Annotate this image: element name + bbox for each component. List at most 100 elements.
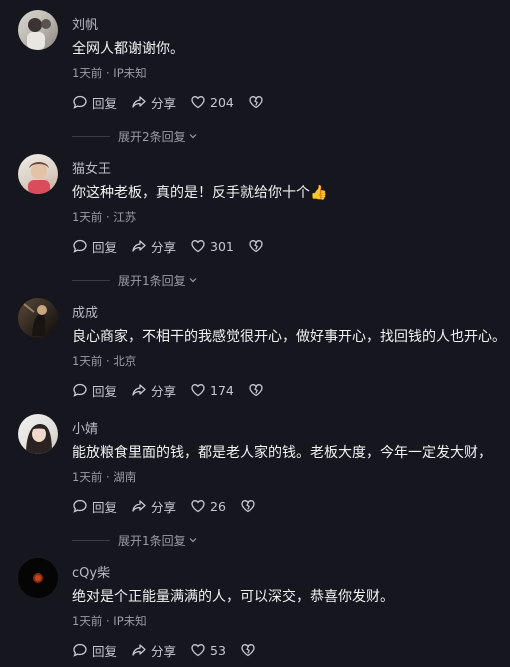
share-button[interactable]: 分享 <box>131 641 176 660</box>
dislike-button[interactable] <box>248 382 264 398</box>
heart-icon <box>191 240 205 253</box>
comment-actions: 回复 分享 174 <box>72 381 278 399</box>
reply-label: 回复 <box>92 643 118 659</box>
divider <box>72 539 110 541</box>
share-icon <box>132 384 146 396</box>
share-label: 分享 <box>151 95 177 111</box>
avatar[interactable] <box>18 558 58 598</box>
comment-meta: 1天前 · 北京 <box>72 353 136 369</box>
dislike-button[interactable] <box>248 238 264 254</box>
share-label: 分享 <box>151 383 177 399</box>
chevron-down-icon <box>189 134 197 139</box>
share-icon <box>132 96 146 108</box>
chevron-down-icon <box>189 278 197 283</box>
reply-icon <box>73 239 87 253</box>
comment-location: 北京 <box>113 354 137 368</box>
comment-time: 1天前 <box>72 210 103 224</box>
broken-heart-icon <box>249 96 263 109</box>
avatar[interactable] <box>18 10 58 50</box>
like-count: 53 <box>210 642 226 658</box>
comment-location: IP未知 <box>113 614 147 628</box>
divider <box>72 279 110 281</box>
comment-text: 良心商家，不相干的我感觉很开心，做好事开心，找回钱的人也开心。 <box>72 329 506 345</box>
expand-replies-button[interactable]: 展开1条回复 <box>72 532 198 548</box>
comment-meta: 1天前 · IP未知 <box>72 613 147 629</box>
comment-author[interactable]: cQy柴 <box>72 562 110 581</box>
like-button[interactable]: 53 <box>190 642 226 658</box>
comment-meta: 1天前 · IP未知 <box>72 65 147 81</box>
share-icon <box>132 644 146 656</box>
comment-actions: 回复 分享 301 <box>72 237 278 255</box>
broken-heart-icon <box>241 500 255 513</box>
comment-text: 你这种老板，真的是！反手就给你十个👍 <box>72 185 328 201</box>
reply-button[interactable]: 回复 <box>72 237 117 256</box>
comment-author[interactable]: 成成 <box>72 302 98 321</box>
comment-meta: 1天前 · 江苏 <box>72 209 136 225</box>
dislike-button[interactable] <box>240 498 256 514</box>
like-button[interactable]: 174 <box>190 382 234 398</box>
reply-label: 回复 <box>92 95 118 111</box>
comment-actions: 回复 分享 204 <box>72 93 278 111</box>
share-button[interactable]: 分享 <box>131 93 176 112</box>
heart-icon <box>191 644 205 657</box>
expand-replies-button[interactable]: 展开2条回复 <box>72 128 198 144</box>
dislike-button[interactable] <box>240 642 256 658</box>
heart-icon <box>191 384 205 397</box>
avatar[interactable] <box>18 414 58 454</box>
share-label: 分享 <box>151 643 177 659</box>
broken-heart-icon <box>249 384 263 397</box>
share-icon <box>132 240 146 252</box>
comment-text: 全网人都谢谢你。 <box>72 41 184 57</box>
comment-location: 湖南 <box>113 470 137 484</box>
comment-time: 1天前 <box>72 66 103 80</box>
like-button[interactable]: 204 <box>190 94 234 110</box>
reply-icon <box>73 95 87 109</box>
comment-actions: 回复 分享 53 <box>72 641 270 659</box>
like-count: 301 <box>210 238 234 254</box>
comment-author[interactable]: 猫女王 <box>72 158 111 177</box>
reply-label: 回复 <box>92 383 118 399</box>
heart-icon <box>191 96 205 109</box>
comment-author[interactable]: 小婧 <box>72 418 98 437</box>
chevron-down-icon <box>189 538 197 543</box>
share-label: 分享 <box>151 499 177 515</box>
comment-meta: 1天前 · 湖南 <box>72 469 136 485</box>
share-button[interactable]: 分享 <box>131 237 176 256</box>
dislike-button[interactable] <box>248 94 264 110</box>
reply-label: 回复 <box>92 239 118 255</box>
reply-icon <box>73 643 87 657</box>
expand-replies-label: 展开1条回复 <box>118 533 186 548</box>
like-count: 174 <box>210 382 234 398</box>
comment-text: 绝对是个正能量满满的人，可以深交，恭喜你发财。 <box>72 589 394 605</box>
like-count: 26 <box>210 498 226 514</box>
reply-button[interactable]: 回复 <box>72 497 117 516</box>
share-button[interactable]: 分享 <box>131 381 176 400</box>
share-button[interactable]: 分享 <box>131 497 176 516</box>
broken-heart-icon <box>241 644 255 657</box>
avatar[interactable] <box>18 298 58 338</box>
comment-location: IP未知 <box>113 66 147 80</box>
share-icon <box>132 500 146 512</box>
expand-replies-button[interactable]: 展开1条回复 <box>72 272 198 288</box>
reply-icon <box>73 383 87 397</box>
broken-heart-icon <box>249 240 263 253</box>
comment-time: 1天前 <box>72 354 103 368</box>
like-button[interactable]: 301 <box>190 238 234 254</box>
comment-time: 1天前 <box>72 470 103 484</box>
reply-button[interactable]: 回复 <box>72 93 117 112</box>
like-button[interactable]: 26 <box>190 498 226 514</box>
reply-button[interactable]: 回复 <box>72 381 117 400</box>
expand-replies-label: 展开2条回复 <box>118 129 186 144</box>
comment-location: 江苏 <box>113 210 137 224</box>
reply-label: 回复 <box>92 499 118 515</box>
comment-author[interactable]: 刘帆 <box>72 14 98 33</box>
share-label: 分享 <box>151 239 177 255</box>
reply-icon <box>73 499 87 513</box>
comment-actions: 回复 分享 26 <box>72 497 270 515</box>
avatar[interactable] <box>18 154 58 194</box>
comment-text: 能放粮食里面的钱，都是老人家的钱。老板大度，今年一定发大财， <box>72 445 492 461</box>
heart-icon <box>191 500 205 513</box>
reply-button[interactable]: 回复 <box>72 641 117 660</box>
divider <box>72 135 110 137</box>
like-count: 204 <box>210 94 234 110</box>
